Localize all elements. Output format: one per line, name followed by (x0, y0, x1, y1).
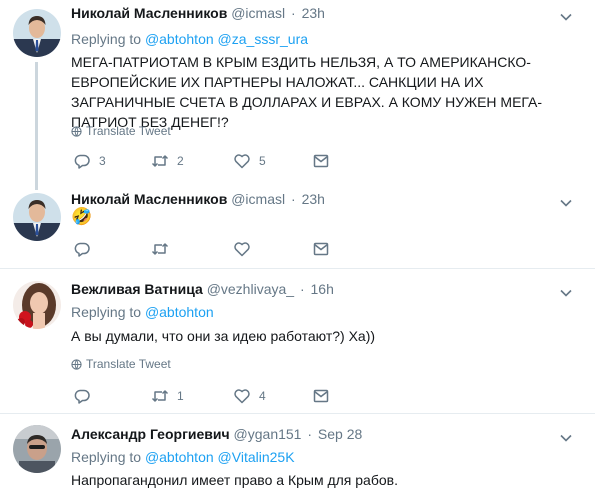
mention-link[interactable]: @Vitalin25K (218, 449, 295, 465)
reply-icon (74, 389, 90, 404)
tweet-2[interactable]: Николай Масленников @icmasl · 23h 🤣 (0, 182, 595, 269)
translate-tweet-link[interactable]: Translate Tweet (71, 356, 171, 372)
retweet-button[interactable]: 2 (151, 151, 184, 171)
reply-button[interactable]: 3 (73, 151, 106, 171)
timestamp[interactable]: 16h (311, 281, 334, 297)
display-name[interactable]: Александр Георгиевич (71, 426, 230, 442)
like-button[interactable]: 4 (233, 386, 266, 406)
display-name[interactable]: Вежливая Ватница (71, 281, 203, 297)
chevron-down-icon[interactable] (559, 286, 573, 300)
tweet-text: 🤣 (71, 207, 93, 226)
chevron-down-icon[interactable] (559, 10, 573, 24)
replying-to: Replying to @abtohton @Vitalin25K (71, 447, 295, 467)
replying-to-label: Replying to (71, 31, 142, 47)
mention-link[interactable]: @za_sssr_ura (218, 31, 308, 47)
like-icon (234, 389, 250, 404)
avatar[interactable] (13, 425, 61, 473)
tweet-1[interactable]: Николай Масленников @icmasl · 23h Replyi… (0, 0, 595, 190)
timestamp[interactable]: 23h (302, 191, 325, 207)
avatar[interactable] (13, 193, 61, 241)
like-icon (234, 154, 250, 169)
retweet-count: 1 (177, 389, 184, 403)
timestamp[interactable]: Sep 28 (318, 426, 362, 442)
tweet-actions: 3 2 5 (71, 151, 371, 171)
reply-icon (74, 242, 90, 257)
retweet-count: 2 (177, 154, 184, 168)
retweet-button[interactable]: 1 (151, 386, 184, 406)
replying-to-label: Replying to (71, 449, 142, 465)
reply-count: 3 (99, 154, 106, 168)
replying-to: Replying to @abtohton @za_sssr_ura (71, 29, 308, 49)
user-handle[interactable]: @ygan151 (234, 426, 302, 442)
user-handle[interactable]: @icmasl (231, 191, 285, 207)
display-name[interactable]: Николай Масленников (71, 5, 227, 21)
thread-line (35, 62, 38, 190)
retweet-button[interactable] (151, 239, 177, 259)
replying-to: Replying to @abtohton (71, 302, 214, 322)
mention-link[interactable]: @abtohton (145, 449, 214, 465)
reply-button[interactable] (73, 386, 99, 406)
user-handle[interactable]: @vezhlivaya_ (207, 281, 294, 297)
globe-icon (71, 359, 82, 370)
mention-link[interactable]: @abtohton (145, 304, 214, 320)
timestamp[interactable]: 23h (302, 5, 325, 21)
retweet-icon (151, 155, 169, 167)
message-icon (313, 242, 329, 256)
tweet-header: Вежливая Ватница @vezhlivaya_ · 16h (71, 281, 334, 297)
mention-link[interactable]: @abtohton (145, 31, 214, 47)
reply-button[interactable] (73, 239, 99, 259)
tweet-text: Напропагандонил имеет право а Крым для р… (71, 472, 398, 488)
tweet-header: Николай Масленников @icmasl · 23h (71, 191, 325, 207)
user-handle[interactable]: @icmasl (231, 5, 285, 21)
avatar[interactable] (13, 281, 61, 329)
tweet-4[interactable]: Александр Георгиевич @ygan151 · Sep 28 R… (0, 414, 595, 491)
tweet-header: Александр Георгиевич @ygan151 · Sep 28 (71, 426, 363, 442)
tweet-actions: 1 4 (71, 386, 371, 406)
like-count: 5 (259, 154, 266, 168)
tweet-3[interactable]: Вежливая Ватница @vezhlivaya_ · 16h Repl… (0, 269, 595, 414)
tweet-text: МЕГА-ПАТРИОТАМ В КРЫМ ЕЗДИТЬ НЕЛЬЗЯ, А Т… (71, 54, 543, 130)
like-button[interactable]: 5 (233, 151, 266, 171)
like-button[interactable] (233, 239, 259, 259)
avatar[interactable] (13, 9, 61, 57)
globe-icon (71, 126, 82, 137)
message-icon (313, 389, 329, 403)
like-icon (234, 242, 250, 257)
retweet-icon (151, 243, 169, 255)
message-icon (313, 154, 329, 168)
message-button[interactable] (312, 386, 330, 406)
tweet-text: А вы думали, что они за идею работают?) … (71, 328, 376, 344)
translate-tweet-link[interactable]: Translate Tweet (71, 123, 171, 139)
like-count: 4 (259, 389, 266, 403)
message-button[interactable] (312, 151, 330, 171)
chevron-down-icon[interactable] (559, 431, 573, 445)
tweet-header: Николай Масленников @icmasl · 23h (71, 5, 325, 21)
display-name[interactable]: Николай Масленников (71, 191, 227, 207)
tweet-actions (71, 239, 371, 259)
retweet-icon (151, 390, 169, 402)
reply-icon (74, 154, 90, 169)
message-button[interactable] (312, 239, 330, 259)
replying-to-label: Replying to (71, 304, 142, 320)
